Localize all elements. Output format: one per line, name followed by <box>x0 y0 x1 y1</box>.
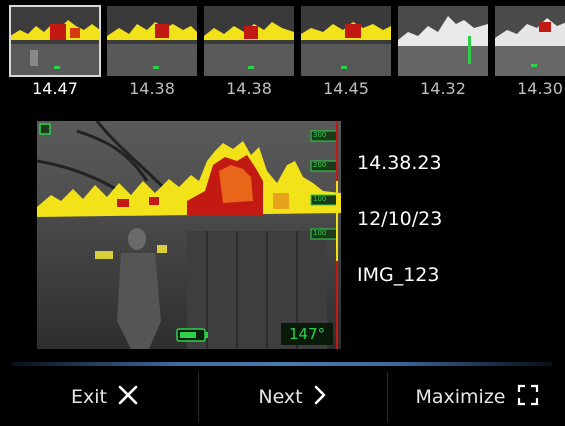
thumbnail-label: 14.38 <box>129 79 175 98</box>
thumbnail-label: 14.38 <box>226 79 272 98</box>
next-label: Next <box>258 386 303 408</box>
preview-image[interactable]: 147° 300 200 100 100 <box>37 121 341 349</box>
chevron-right-icon <box>313 384 327 411</box>
button-divider <box>387 372 388 422</box>
maximize-icon <box>516 383 540 412</box>
thumbnail-label: 14.30 <box>517 79 563 98</box>
thumbnail-image <box>301 6 391 76</box>
scale-mark-3: 100 <box>313 195 327 203</box>
battery-icon <box>176 328 208 342</box>
thumbnail-1[interactable]: 14.47 <box>9 5 101 108</box>
thumbnail-image <box>398 6 488 76</box>
thumbnail-strip: 14.47 14.38 14.38 14.45 14.32 14.30 <box>9 5 565 108</box>
thumbnail-label: 14.45 <box>323 79 369 98</box>
thermal-camera-gallery-screen: 14.47 14.38 14.38 14.45 14.32 14.30 147°… <box>0 0 565 426</box>
scale-mark-2: 200 <box>313 161 327 169</box>
thumbnail-image <box>107 6 197 76</box>
next-button[interactable]: Next <box>205 368 380 426</box>
thumbnail-image <box>495 6 565 76</box>
thumbnail-label: 14.32 <box>420 79 466 98</box>
maximize-label: Maximize <box>415 386 506 408</box>
thumbnail-image <box>204 6 294 76</box>
thumbnail-4[interactable]: 14.45 <box>301 6 391 108</box>
temperature-readout: 147° <box>289 325 326 343</box>
exit-button[interactable]: Exit <box>20 368 190 426</box>
exit-label: Exit <box>71 386 107 408</box>
thumbnail-image <box>9 5 101 77</box>
close-icon <box>117 384 139 411</box>
mode-indicator-icon <box>39 123 51 135</box>
image-date: 12/10/23 <box>357 208 443 230</box>
image-filename: IMG_123 <box>357 264 440 286</box>
thumbnail-2[interactable]: 14.38 <box>107 6 197 108</box>
thumbnail-label: 14.47 <box>32 79 78 98</box>
thumbnail-3[interactable]: 14.38 <box>204 6 294 108</box>
scale-mark-1: 300 <box>313 131 327 139</box>
image-time: 14.38.23 <box>357 152 442 174</box>
thumbnail-5[interactable]: 14.32 <box>398 6 488 108</box>
maximize-button[interactable]: Maximize <box>395 368 560 426</box>
button-divider <box>198 372 199 422</box>
bar-divider-line <box>12 362 552 366</box>
thumbnail-6[interactable]: 14.30 <box>495 6 565 108</box>
scale-mark-4: 100 <box>313 229 327 237</box>
bottom-button-bar: Exit Next Maximize <box>0 368 565 426</box>
